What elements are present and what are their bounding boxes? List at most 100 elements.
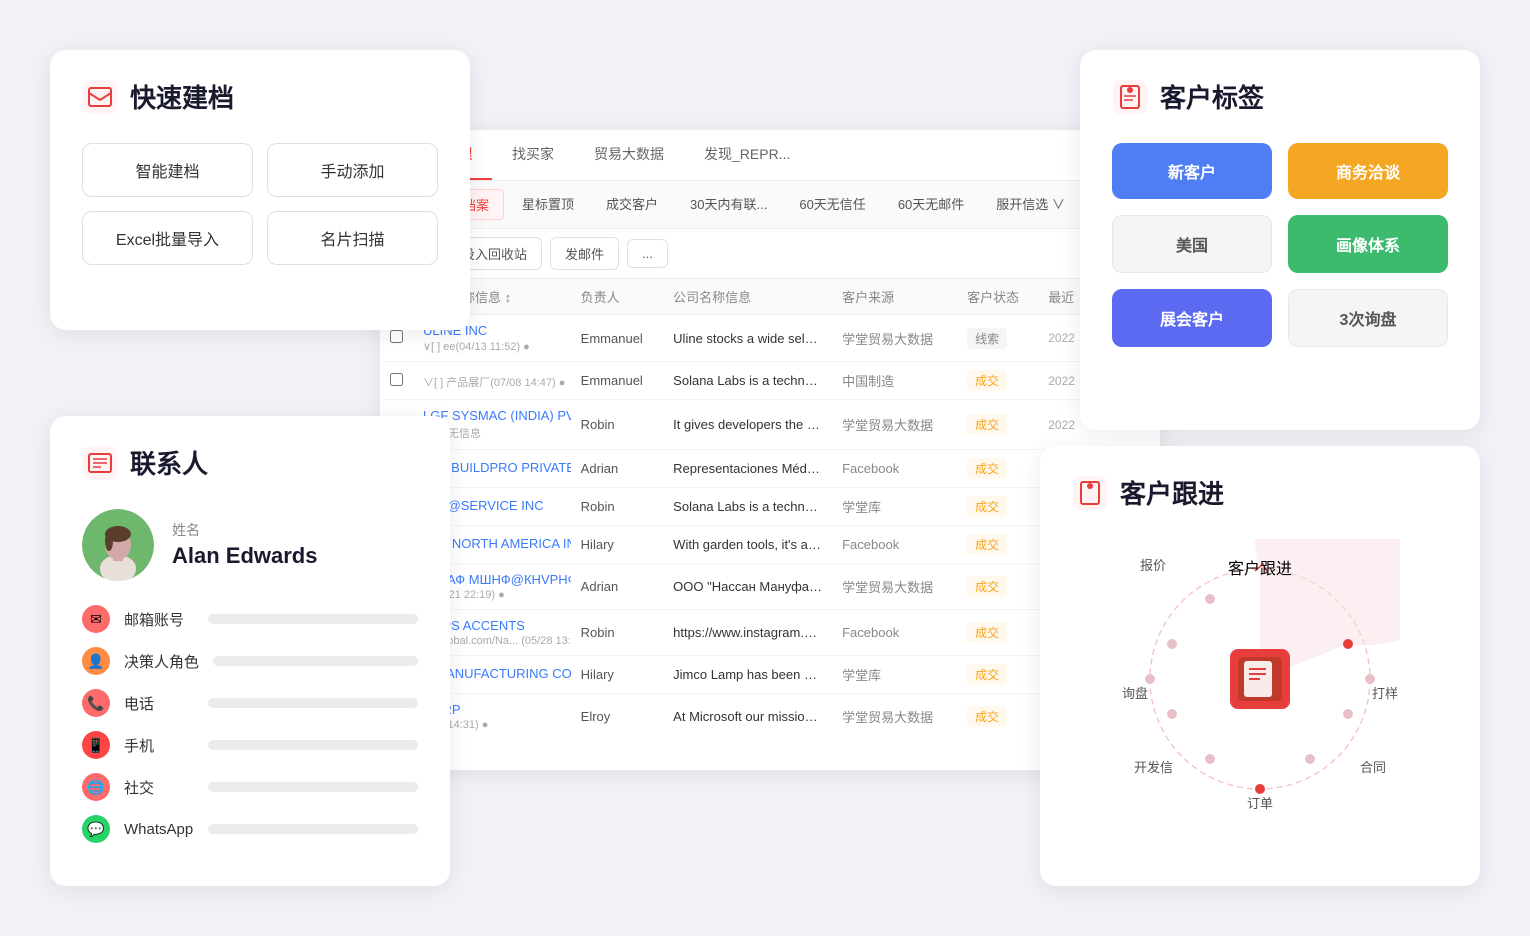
row-source-desc: ООО "Нассан Мануфактурерс... xyxy=(663,564,832,610)
customer-tags-card: 客户标签 新客户 商务洽谈 美国 画像体系 展会客户 3次询盘 xyxy=(1080,50,1480,430)
row-source-desc: Solana Labs is a technology co... xyxy=(663,362,832,400)
contact-icon xyxy=(82,445,118,481)
field-bar xyxy=(208,698,418,708)
contact-field-row: 💬 WhatsApp xyxy=(82,815,418,843)
row-status: 成交 xyxy=(957,450,1038,488)
row-origin: 学堂贸易大数据 xyxy=(832,400,957,450)
followup-icon xyxy=(1072,475,1108,511)
row-source-desc: At Microsoft our mission and va... xyxy=(663,694,832,740)
col-status: 客户状态 xyxy=(957,279,1038,315)
tag-business-talk[interactable]: 商务洽谈 xyxy=(1288,143,1448,199)
label-dayang: 打样 xyxy=(1372,683,1398,703)
followup-title: 客户跟进 xyxy=(1072,474,1448,511)
field-icon: 💬 xyxy=(82,815,110,843)
contact-fields: ✉ 邮箱账号 👤 决策人角色 📞 电话 📱 手机 🌐 社交 💬 WhatsApp xyxy=(82,605,418,843)
manual-add-btn[interactable]: 手动添加 xyxy=(267,143,438,197)
crm-subtab-deal[interactable]: 成交客户 xyxy=(592,189,672,220)
crm-toolbar: 选 投入回收站 发邮件 ... 共 1650 家 xyxy=(380,229,1160,279)
row-owner: Adrian xyxy=(571,564,664,610)
tag-inquiries[interactable]: 3次询盘 xyxy=(1288,289,1448,347)
crm-subtab-60day-no-reply[interactable]: 60天无信任 xyxy=(785,189,879,220)
field-label: WhatsApp xyxy=(124,821,194,838)
contact-header: 姓名 Alan Edwards xyxy=(82,509,418,581)
quick-archive-card: 快速建档 智能建档 手动添加 Excel批量导入 名片扫描 xyxy=(50,50,470,330)
field-label: 电话 xyxy=(124,693,194,714)
crm-tabs: 客户管理 找买家 贸易大数据 发现_REPR... xyxy=(380,130,1160,181)
contact-field-row: 🌐 社交 xyxy=(82,773,418,801)
row-source-desc: https://www.instagram.com/eil... xyxy=(663,610,832,656)
smart-archive-btn[interactable]: 智能建档 xyxy=(82,143,253,197)
row-status: 成交 xyxy=(957,526,1038,564)
label-baojia-genjin: 客户跟进 xyxy=(1228,555,1292,579)
row-owner: Emmanuel xyxy=(571,362,664,400)
label-baojia: 报价 xyxy=(1140,555,1166,575)
row-owner: Elroy xyxy=(571,694,664,740)
row-origin: 学堂库 xyxy=(832,656,957,694)
field-icon: 🌐 xyxy=(82,773,110,801)
row-origin: 中国制造 xyxy=(832,362,957,400)
row-status: 成交 xyxy=(957,694,1038,740)
row-status: 成交 xyxy=(957,610,1038,656)
crm-tab-trade-data[interactable]: 贸易大数据 xyxy=(574,130,684,180)
crm-tab-discover[interactable]: 发现_REPR... xyxy=(684,130,810,180)
quick-archive-title-text: 快速建档 xyxy=(130,78,234,115)
excel-import-btn[interactable]: Excel批量导入 xyxy=(82,211,253,265)
contact-field-row: ✉ 邮箱账号 xyxy=(82,605,418,633)
toolbar-email-btn[interactable]: 发邮件 xyxy=(550,237,619,270)
crm-subtab-30day[interactable]: 30天内有联... xyxy=(676,189,781,220)
field-label: 决策人角色 xyxy=(124,651,199,672)
table-row[interactable]: ∨[ ] 产品展厂(07/08 14:47) ● Emmanuel Solana… xyxy=(380,362,1160,400)
crm-subtabs: 开有客户档案 星标置顶 成交客户 30天内有联... 60天无信任 60天无邮件… xyxy=(380,181,1160,229)
field-icon: 📱 xyxy=(82,731,110,759)
label-dingdan: 订单 xyxy=(1247,793,1273,813)
table-row[interactable]: LGF SYSMAC (INDIA) PVT LTD ◎ 暂无信息 Robin … xyxy=(380,400,1160,450)
row-owner: Hilary xyxy=(571,526,664,564)
row-source-desc: Uline stocks a wide selection of... xyxy=(663,315,832,362)
crm-subtab-open-dev[interactable]: 服开信选 ∨ xyxy=(982,189,1079,220)
avatar xyxy=(82,509,154,581)
col-origin: 客户来源 xyxy=(832,279,957,315)
crm-subtab-star[interactable]: 星标置顶 xyxy=(508,189,588,220)
customer-tags-title: 客户标签 xyxy=(1112,78,1448,115)
tag-usa[interactable]: 美国 xyxy=(1112,215,1272,273)
customer-tags-title-text: 客户标签 xyxy=(1160,78,1264,115)
customer-tags-icon xyxy=(1112,79,1148,115)
row-origin: 学堂贸易大数据 xyxy=(832,694,957,740)
row-origin: Facebook xyxy=(832,450,957,488)
tags-grid: 新客户 商务洽谈 美国 画像体系 展会客户 3次询盘 xyxy=(1112,143,1448,347)
row-status: 成交 xyxy=(957,488,1038,526)
toolbar-more-btn[interactable]: ... xyxy=(627,239,668,268)
tag-portrait-system[interactable]: 画像体系 xyxy=(1288,215,1448,273)
contact-name-block: 姓名 Alan Edwards xyxy=(172,520,317,571)
quick-archive-buttons: 智能建档 手动添加 Excel批量导入 名片扫描 xyxy=(82,143,438,265)
field-bar xyxy=(213,656,418,666)
field-icon: ✉ xyxy=(82,605,110,633)
field-icon: 📞 xyxy=(82,689,110,717)
contact-field-row: 👤 决策人角色 xyxy=(82,647,418,675)
row-status: 成交 xyxy=(957,400,1038,450)
row-owner: Robin xyxy=(571,610,664,656)
row-source-desc: Solana Labs is a technology co... xyxy=(663,488,832,526)
field-bar xyxy=(208,824,418,834)
label-kaifaxin: 开发信 xyxy=(1134,757,1173,777)
field-label: 手机 xyxy=(124,735,194,756)
row-status: 成交 xyxy=(957,564,1038,610)
tag-expo-customer[interactable]: 展会客户 xyxy=(1112,289,1272,347)
row-source-desc: With garden tools, it's all about... xyxy=(663,526,832,564)
row-owner: Adrian xyxy=(571,450,664,488)
row-origin: 学堂库 xyxy=(832,488,957,526)
row-checkbox[interactable] xyxy=(380,362,413,400)
card-scan-btn[interactable]: 名片扫描 xyxy=(267,211,438,265)
contact-card: 联系人 姓名 Alan Edwards xyxy=(50,416,450,886)
quick-archive-icon xyxy=(82,79,118,115)
row-status: 成交 xyxy=(957,656,1038,694)
tag-new-customer[interactable]: 新客户 xyxy=(1112,143,1272,199)
contact-title: 联系人 xyxy=(82,444,418,481)
crm-subtab-60day-no-email[interactable]: 60天无邮件 xyxy=(884,189,978,220)
table-row[interactable]: ULINE INC ∨[ ] ee(04/13 11:52) ● Emmanue… xyxy=(380,315,1160,362)
row-status: 线索 xyxy=(957,315,1038,362)
crm-tab-find-buyer[interactable]: 找买家 xyxy=(492,130,574,180)
contact-name-label: 姓名 xyxy=(172,520,317,540)
row-source-desc: It gives developers the confi de... xyxy=(663,400,832,450)
row-source-desc: Jimco Lamp has been serving t... xyxy=(663,656,832,694)
